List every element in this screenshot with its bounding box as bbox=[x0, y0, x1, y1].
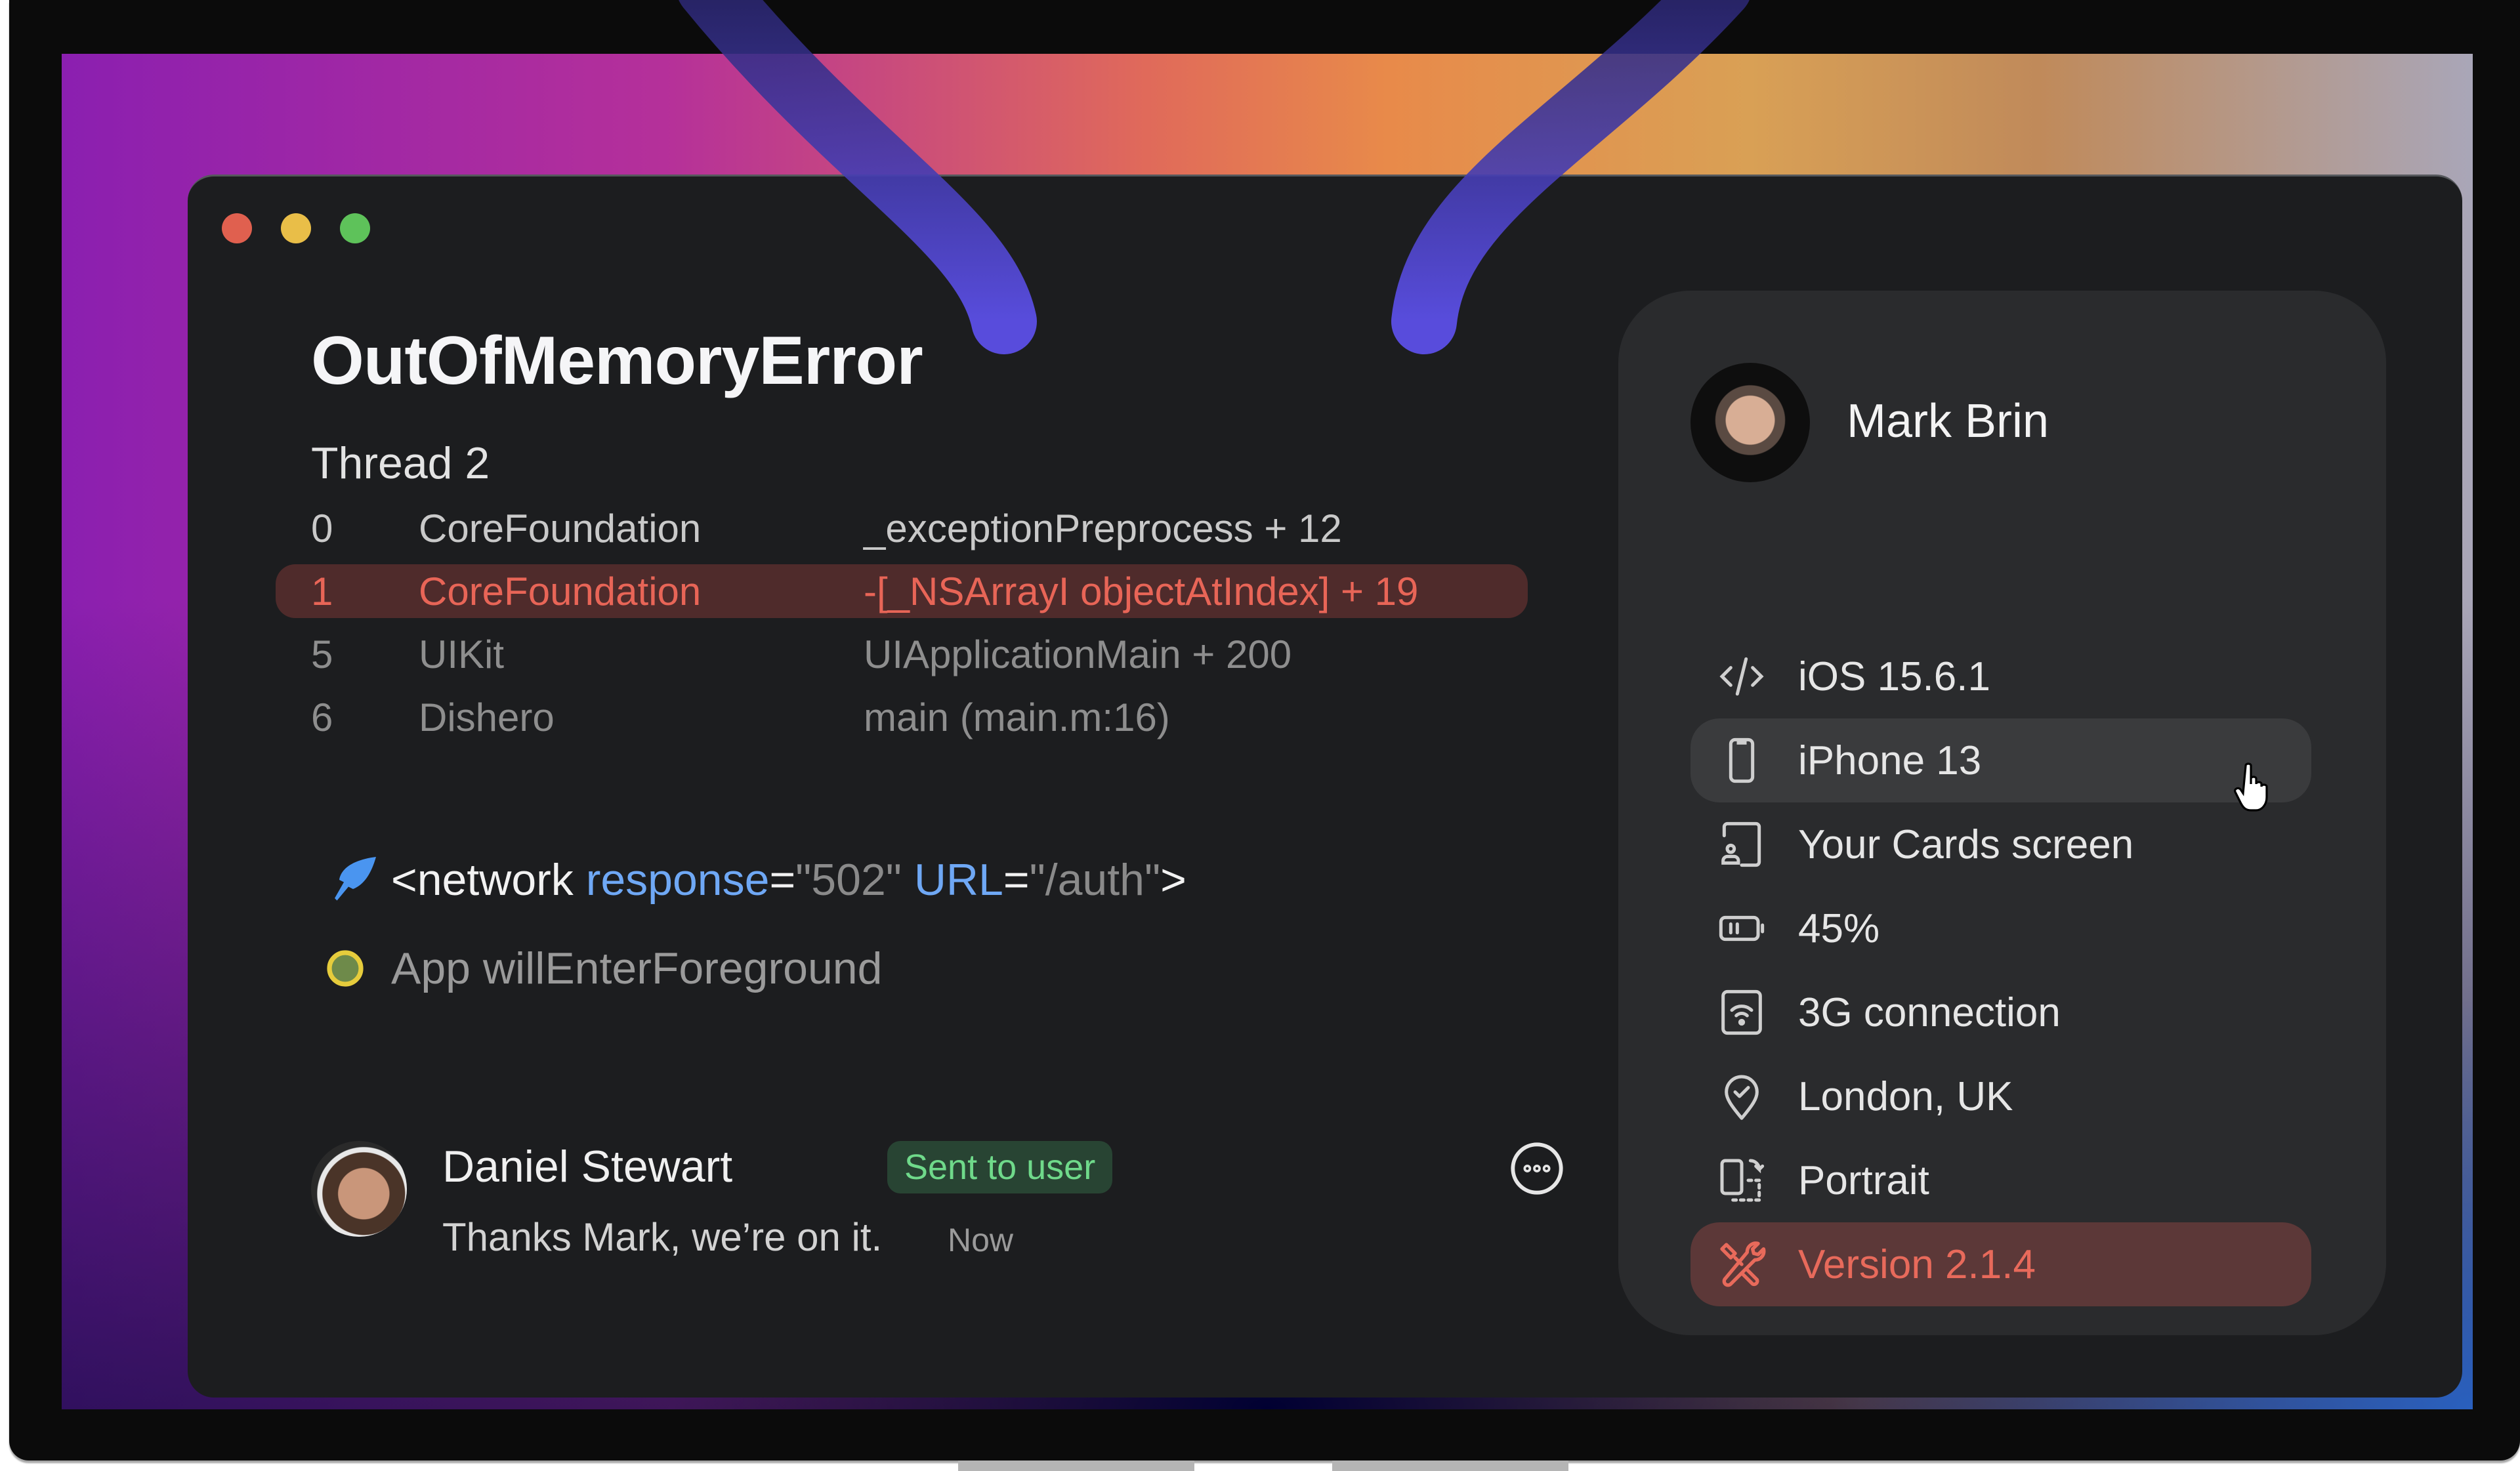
frame-symbol: main (main.m:16) bbox=[864, 695, 1170, 739]
frame-library: UIKit bbox=[419, 632, 505, 676]
detail-orientation[interactable]: Portrait bbox=[1690, 1138, 2311, 1222]
code-icon bbox=[1714, 649, 1769, 704]
frame-symbol: UIApplicationMain + 200 bbox=[864, 632, 1292, 676]
tag-close: > bbox=[1160, 855, 1186, 905]
stack-row[interactable]: 6 Dishero main (main.m:16) bbox=[276, 686, 1528, 749]
detail-label: Your Cards screen bbox=[1798, 821, 2134, 867]
error-title: OutOfMemoryError bbox=[311, 323, 923, 399]
app-window: OutOfMemoryError Thread 2 0 CoreFoundati… bbox=[188, 175, 2462, 1398]
avatar bbox=[1690, 363, 1810, 482]
location-icon bbox=[1714, 1069, 1769, 1124]
maximize-button[interactable] bbox=[340, 213, 370, 243]
frame-library: CoreFoundation bbox=[419, 569, 702, 613]
network-event[interactable]: <network response = "502" URL = "/auth" … bbox=[326, 852, 1186, 907]
frame-index: 5 bbox=[311, 632, 333, 676]
comment: Daniel Stewart Sent to user Thanks Mark,… bbox=[311, 1141, 1563, 1272]
thread-label: Thread 2 bbox=[311, 438, 490, 488]
stack-row[interactable]: 5 UIKit UIApplicationMain + 200 bbox=[276, 623, 1528, 686]
frame-symbol: _exceptionPreprocess + 12 bbox=[864, 506, 1342, 550]
frame-index: 6 bbox=[311, 695, 333, 739]
frame-library: Dishero bbox=[419, 695, 555, 739]
status-badge: Sent to user bbox=[887, 1141, 1113, 1193]
equals: = bbox=[1003, 855, 1030, 905]
url-value: "/auth" bbox=[1029, 855, 1161, 905]
detail-screen[interactable]: Your Cards screen bbox=[1690, 802, 2311, 886]
user-name: Mark Brin bbox=[1847, 395, 2049, 447]
frame-index: 1 bbox=[311, 569, 333, 613]
tag-open: <network bbox=[391, 855, 586, 905]
detail-label: London, UK bbox=[1798, 1073, 2013, 1119]
comment-time: Now bbox=[948, 1222, 1014, 1258]
phone-icon bbox=[1714, 733, 1769, 788]
detail-label: iOS 15.6.1 bbox=[1798, 653, 1990, 699]
equals: = bbox=[769, 855, 796, 905]
detail-location[interactable]: London, UK bbox=[1690, 1054, 2311, 1138]
comment-author: Daniel Stewart bbox=[442, 1142, 733, 1191]
monitor-stand bbox=[958, 1461, 1194, 1471]
frame-symbol: -[_NSArrayI objectAtIndex] + 19 bbox=[864, 569, 1419, 613]
desktop-wallpaper: OutOfMemoryError Thread 2 0 CoreFoundati… bbox=[62, 54, 2473, 1409]
avatar bbox=[311, 1141, 407, 1237]
stack-trace: 0 CoreFoundation _exceptionPreprocess + … bbox=[276, 497, 1528, 749]
comment-text: Thanks Mark, we’re on it. bbox=[442, 1215, 883, 1259]
app-event-text: App willEnterForeground bbox=[391, 943, 883, 993]
app-event[interactable]: App willEnterForeground bbox=[326, 943, 882, 994]
detail-battery[interactable]: 45% bbox=[1690, 886, 2311, 970]
detail-label: Version 2.1.4 bbox=[1798, 1241, 2036, 1287]
close-button[interactable] bbox=[222, 213, 252, 243]
detail-label: iPhone 13 bbox=[1798, 737, 1982, 783]
wifi-icon bbox=[1714, 985, 1769, 1040]
more-options-icon[interactable] bbox=[1508, 1140, 1566, 1197]
device-details: iOS 15.6.1 iPhone 13 Your Cards screen 4… bbox=[1690, 634, 2311, 1306]
minimize-button[interactable] bbox=[281, 213, 311, 243]
monitor-stand bbox=[1332, 1461, 1568, 1471]
response-value: "502" bbox=[795, 855, 902, 905]
detail-os[interactable]: iOS 15.6.1 bbox=[1690, 634, 2311, 718]
frame-index: 0 bbox=[311, 506, 333, 550]
detail-connection[interactable]: 3G connection bbox=[1690, 970, 2311, 1054]
user-info-card: Mark Brin iOS 15.6.1 iPhone 13 Your Card… bbox=[1618, 291, 2386, 1335]
detail-label: Portrait bbox=[1798, 1157, 1929, 1203]
feather-icon bbox=[326, 852, 391, 907]
detail-label: 3G connection bbox=[1798, 989, 2061, 1035]
status-dot-icon bbox=[326, 949, 391, 988]
stack-row-highlighted[interactable]: 1 CoreFoundation -[_NSArrayI objectAtInd… bbox=[276, 564, 1528, 618]
battery-icon bbox=[1714, 901, 1769, 956]
rotate-icon bbox=[1714, 1153, 1769, 1208]
frame-library: CoreFoundation bbox=[419, 506, 702, 550]
detail-label: 45% bbox=[1798, 905, 1880, 951]
stack-row[interactable]: 0 CoreFoundation _exceptionPreprocess + … bbox=[276, 497, 1528, 560]
attr-response: response bbox=[585, 855, 770, 905]
detail-device[interactable]: iPhone 13 bbox=[1690, 718, 2311, 812]
detail-version[interactable]: Version 2.1.4 bbox=[1690, 1222, 2311, 1306]
window-controls bbox=[222, 213, 370, 243]
tools-icon bbox=[1714, 1237, 1769, 1292]
attr-url: URL bbox=[914, 855, 1003, 905]
screen-icon bbox=[1714, 817, 1769, 872]
